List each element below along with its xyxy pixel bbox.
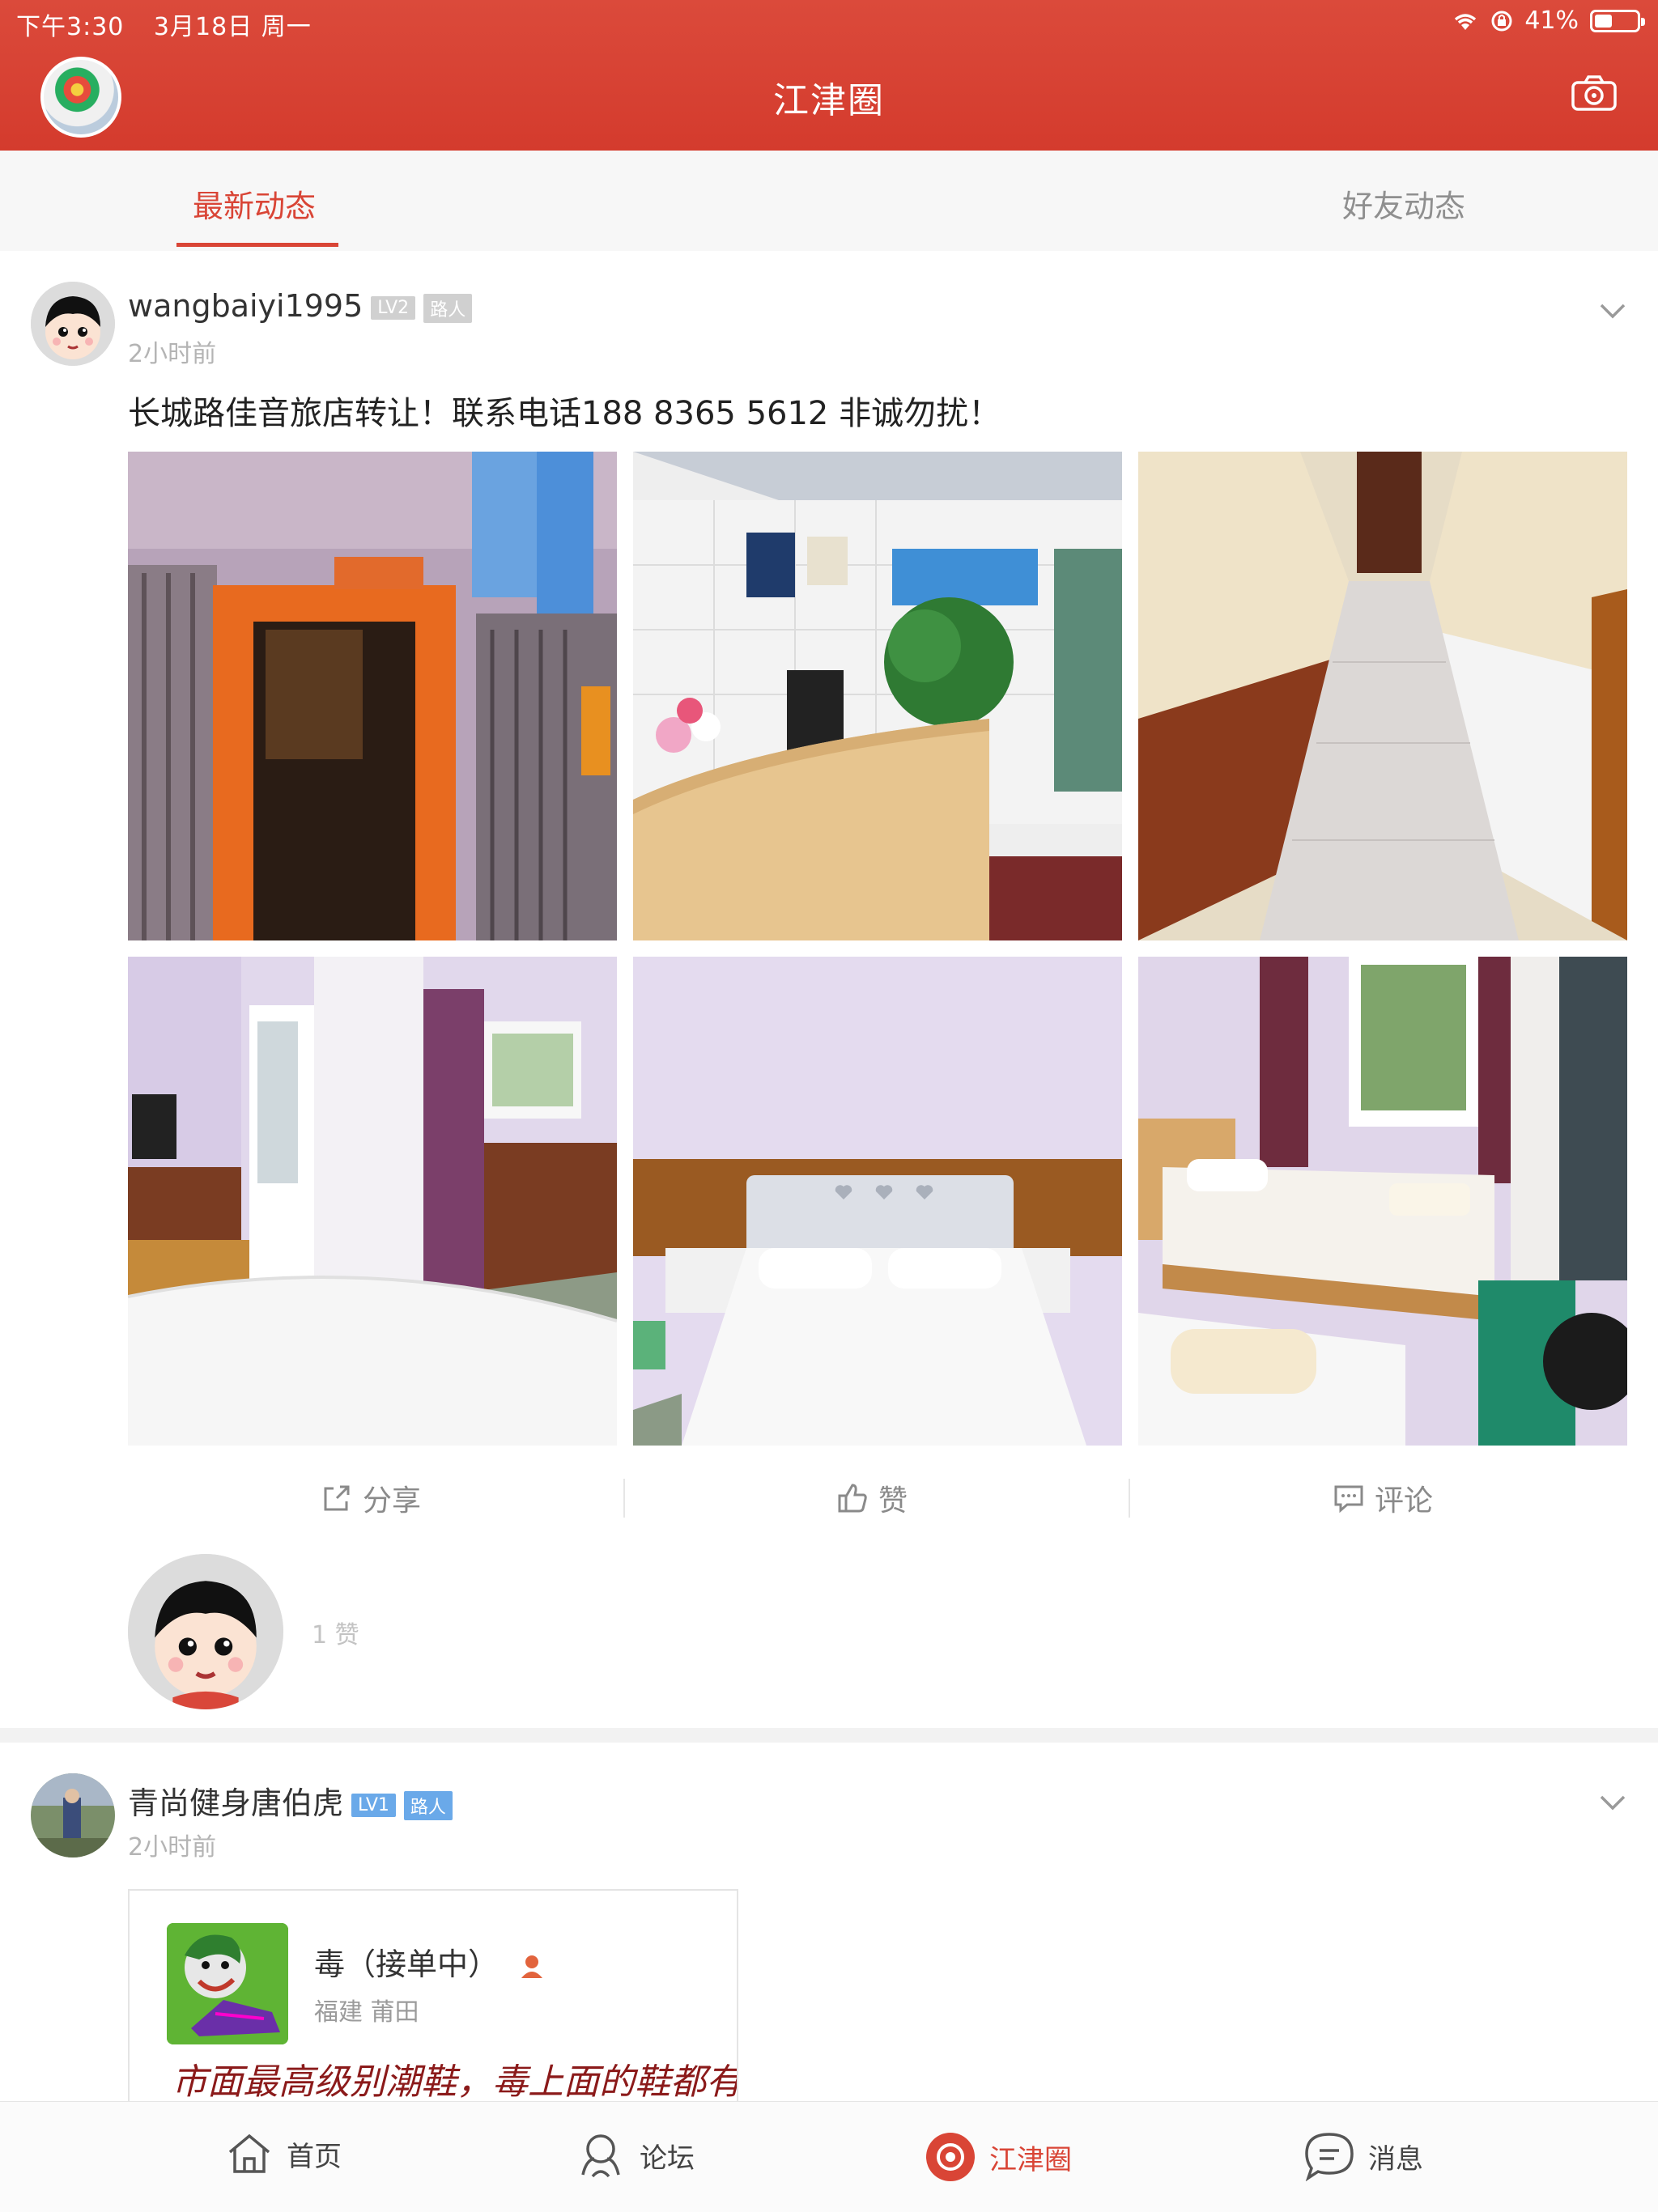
nav-label-home: 首页 bbox=[287, 2140, 342, 2173]
post-avatar[interactable] bbox=[31, 1773, 115, 1857]
top-bar: 下午3:30 3月18日 周一 41% 江津圈 bbox=[0, 0, 1658, 151]
share-button[interactable]: 分享 bbox=[321, 1477, 421, 1519]
post-username-row: wangbaiyi1995 LV2 路人 bbox=[128, 288, 473, 324]
bottom-nav: 首页 论坛 江津圈 消息 bbox=[0, 2101, 1658, 2212]
like-label: 赞 bbox=[878, 1484, 908, 1518]
comment-icon bbox=[1334, 1485, 1363, 1514]
chevron-down-icon[interactable] bbox=[1598, 301, 1627, 321]
joker-icon bbox=[167, 1923, 288, 2044]
nav-item-messages[interactable]: 消息 bbox=[1303, 2131, 1423, 2181]
feed-tabs: 最新动态 好友动态 bbox=[0, 151, 1658, 252]
post-text: 长城路佳音旅店转让！联系电话188 8365 5612 非诚勿扰！ bbox=[128, 395, 1001, 432]
role-badge: 路人 bbox=[423, 293, 473, 323]
nav-item-forum[interactable]: 论坛 bbox=[575, 2131, 695, 2180]
card-name: 毒（接单中） bbox=[314, 1939, 544, 1984]
status-date: 3月18日 周一 bbox=[153, 13, 312, 41]
post-time: 2小时前 bbox=[128, 340, 217, 368]
comment-button[interactable]: 评论 bbox=[1333, 1477, 1433, 1519]
photo-avatar-icon bbox=[31, 1773, 115, 1857]
post-avatar[interactable] bbox=[31, 282, 115, 366]
page-title: 江津圈 bbox=[773, 80, 885, 121]
like-button[interactable]: 赞 bbox=[836, 1477, 908, 1519]
status-bar-left: 下午3:30 3月18日 周一 bbox=[16, 6, 333, 42]
message-icon bbox=[1305, 2133, 1354, 2181]
liker-avatar[interactable] bbox=[128, 1554, 283, 1709]
share-label: 分享 bbox=[363, 1484, 422, 1518]
nav-label-messages: 消息 bbox=[1368, 2142, 1423, 2176]
circle-icon bbox=[926, 2133, 975, 2181]
home-icon bbox=[228, 2133, 270, 2173]
battery-level bbox=[1595, 14, 1612, 28]
post-actions: 分享 赞 评论 bbox=[128, 1469, 1627, 1526]
photo-grid bbox=[128, 452, 1627, 1447]
forum-icon bbox=[581, 2134, 620, 2178]
photo-hallway[interactable] bbox=[1138, 452, 1627, 940]
level-badge: LV2 bbox=[371, 296, 416, 320]
wifi-icon bbox=[1455, 13, 1477, 30]
tab-friends[interactable]: 好友动态 bbox=[1342, 181, 1465, 226]
card-location: 福建 莆田 bbox=[314, 1998, 419, 2027]
photo-reception[interactable] bbox=[633, 452, 1122, 940]
post-username[interactable]: wangbaiyi1995 bbox=[128, 288, 363, 324]
comment-label: 评论 bbox=[1375, 1484, 1434, 1518]
camera-icon[interactable] bbox=[1571, 74, 1618, 112]
nav-item-home[interactable]: 首页 bbox=[225, 2131, 342, 2176]
feed-post: wangbaiyi1995 LV2 路人 2小时前 长城路佳音旅店转让！联系电话18… bbox=[0, 251, 1658, 1728]
action-separator bbox=[1129, 1479, 1130, 1518]
level-badge: LV1 bbox=[351, 1794, 396, 1817]
orientation-lock-icon bbox=[1491, 11, 1512, 31]
photo-room-3[interactable] bbox=[1138, 957, 1627, 1446]
nav-label-forum: 论坛 bbox=[640, 2142, 695, 2175]
active-tab-indicator bbox=[176, 243, 338, 247]
card-avatar bbox=[167, 1923, 288, 2044]
card-handwriting: 市面最高级别潮鞋，毒上面的鞋都有。 bbox=[172, 2061, 738, 2103]
status-bar-right: 41% bbox=[1452, 6, 1645, 35]
thumbs-up-icon bbox=[838, 1484, 867, 1513]
shared-card[interactable]: 毒（接单中） 福建 莆田 市面最高级别潮鞋，毒上面的鞋都有。 bbox=[128, 1889, 738, 2103]
photo-room-2[interactable] bbox=[633, 957, 1122, 1446]
photo-room-1[interactable] bbox=[128, 957, 617, 1446]
post-username-row: 青尚健身唐伯虎 LV1 路人 bbox=[128, 1778, 453, 1823]
like-count: 1 赞 bbox=[312, 1621, 359, 1649]
nav-item-circle[interactable]: 江津圈 bbox=[925, 2131, 1072, 2183]
battery-percent: 41% bbox=[1524, 6, 1579, 35]
share-icon bbox=[324, 1485, 350, 1511]
card-name-text: 毒（接单中） bbox=[314, 1947, 500, 1982]
person-icon bbox=[521, 1955, 543, 1978]
role-badge: 路人 bbox=[403, 1790, 453, 1820]
post-time: 2小时前 bbox=[128, 1833, 217, 1862]
nav-label-circle: 江津圈 bbox=[989, 2143, 1072, 2176]
status-time: 下午3:30 bbox=[16, 13, 125, 41]
cartoon-face-icon bbox=[128, 1554, 283, 1709]
chevron-down-icon[interactable] bbox=[1598, 1793, 1627, 1812]
battery-icon bbox=[1590, 9, 1645, 32]
cartoon-face-icon bbox=[31, 282, 115, 366]
post-username[interactable]: 青尚健身唐伯虎 bbox=[128, 1785, 343, 1821]
tab-latest[interactable]: 最新动态 bbox=[193, 181, 316, 226]
action-separator bbox=[623, 1479, 625, 1518]
post-divider bbox=[0, 1728, 1658, 1743]
photo-entrance[interactable] bbox=[128, 452, 617, 940]
